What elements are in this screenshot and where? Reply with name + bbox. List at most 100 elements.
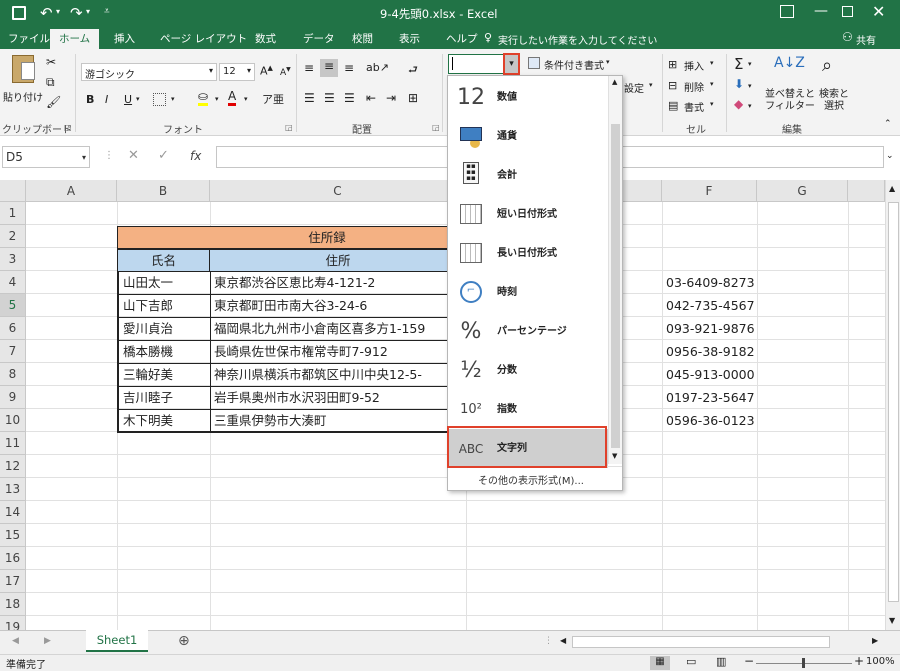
underline-dropdown-icon[interactable]: ▾	[136, 95, 140, 103]
row-header-11[interactable]: 11	[0, 432, 26, 455]
align-left-icon[interactable]: ☰	[304, 91, 315, 105]
record-phone-cell[interactable]: 042-735-4567	[666, 295, 758, 318]
conditional-format-button[interactable]: 条件付き書式	[544, 57, 604, 72]
number-format-select[interactable]	[448, 54, 504, 74]
paste-button[interactable]: 貼り付け	[3, 55, 43, 109]
sheet-tab-sheet1[interactable]: Sheet1	[86, 630, 148, 652]
zoom-slider-thumb[interactable]	[802, 658, 805, 668]
tab-split-icon[interactable]: ⋮	[544, 636, 553, 646]
undo-icon[interactable]: ↶	[40, 4, 53, 22]
row-header-5[interactable]: 5	[0, 294, 26, 317]
more-number-formats-link[interactable]: その他の表示形式(M)...	[478, 472, 584, 487]
alignment-launcher-icon[interactable]: ◲	[432, 123, 440, 132]
italic-icon[interactable]: I	[105, 93, 108, 106]
row-header-2[interactable]: 2	[0, 225, 26, 248]
row-header-17[interactable]: 17	[0, 570, 26, 593]
tab-home[interactable]: ホーム	[50, 29, 100, 49]
zoom-in-icon[interactable]: +	[854, 654, 864, 668]
record-name-cell[interactable]: 橋本勝機	[117, 341, 210, 364]
row-header-15[interactable]: 15	[0, 524, 26, 547]
horizontal-scrollbar[interactable]: ◀ ▶	[558, 634, 884, 650]
header-name-cell[interactable]: 氏名	[117, 249, 210, 272]
header-address-cell[interactable]: 住所	[210, 249, 467, 272]
fill-color-icon[interactable]: ⛀	[198, 90, 209, 106]
row-header-7[interactable]: 7	[0, 340, 26, 363]
column-header-f[interactable]: F	[662, 180, 757, 202]
font-size-select[interactable]: 12 ▾	[219, 63, 255, 81]
phonetic-icon[interactable]: ア亜	[262, 91, 284, 107]
align-top-icon[interactable]: ≡	[304, 61, 314, 75]
record-name-cell[interactable]: 山下吉郎	[117, 295, 210, 318]
column-header-e-partial[interactable]	[622, 180, 662, 202]
number-format-item[interactable]: 長い日付形式	[448, 234, 608, 273]
record-address-cell[interactable]: 神奈川県横浜市都筑区中川中央12-5-	[210, 364, 467, 387]
insert-function-icon[interactable]: fx	[190, 149, 201, 163]
number-format-item[interactable]: 通貨	[448, 117, 608, 156]
record-phone-cell[interactable]: 03-6409-8273	[666, 272, 758, 295]
number-format-item[interactable]: ▪▪ ▪▪ ▪▪ 会計	[448, 156, 608, 195]
decrease-indent-icon[interactable]: ⇤	[366, 91, 376, 105]
table-title-cell[interactable]: 住所録	[117, 226, 467, 249]
scroll-up-icon[interactable]: ▲	[889, 184, 895, 193]
borders-dropdown-icon[interactable]: ▾	[171, 95, 175, 103]
fill-icon[interactable]: ⬇	[734, 77, 744, 91]
row-header-14[interactable]: 14	[0, 501, 26, 524]
share-button[interactable]: 共有	[856, 32, 876, 47]
redo-dropdown-icon[interactable]: ▾	[86, 7, 90, 16]
row-header-6[interactable]: 6	[0, 317, 26, 340]
tab-page-layout[interactable]: ページ レイアウト	[160, 31, 247, 46]
font-name-select[interactable]: 游ゴシック ▾	[81, 63, 217, 81]
column-header-c[interactable]: C	[210, 180, 466, 202]
cancel-entry-icon[interactable]: ✕	[128, 148, 139, 163]
save-icon[interactable]	[12, 6, 26, 20]
shrink-font-icon[interactable]: A▼	[280, 66, 291, 78]
cut-icon[interactable]: ✂	[46, 55, 56, 69]
wrap-text-icon[interactable]: ⮐	[408, 61, 418, 80]
record-address-cell[interactable]: 長崎県佐世保市権常寺町7-912	[210, 341, 467, 364]
record-name-cell[interactable]: 山田太一	[117, 272, 210, 295]
sheet-prev-icon[interactable]: ◀	[12, 636, 19, 646]
add-sheet-icon[interactable]: ⊕	[178, 633, 190, 649]
fill-dropdown-icon[interactable]: ▾	[215, 95, 219, 103]
number-format-item[interactable]: 10² 指数	[448, 390, 608, 429]
record-phone-cell[interactable]: 093-921-9876	[666, 318, 758, 341]
row-header-12[interactable]: 12	[0, 455, 26, 478]
record-address-cell[interactable]: 三重県伊勢市大湊町	[210, 410, 467, 433]
tab-file[interactable]: ファイル	[8, 31, 50, 46]
minimize-icon[interactable]: —	[814, 3, 828, 19]
zoom-level[interactable]: 100%	[866, 656, 895, 667]
number-format-item[interactable]: ⌐ 時刻	[448, 273, 608, 312]
row-header-18[interactable]: 18	[0, 593, 26, 616]
orientation-icon[interactable]: ab↗	[366, 61, 389, 74]
record-phone-cell[interactable]: 0197-23-5647	[666, 387, 758, 410]
record-address-cell[interactable]: 岩手県奥州市水沢羽田町9-52	[210, 387, 467, 410]
undo-dropdown-icon[interactable]: ▾	[56, 7, 60, 16]
format-painter-icon[interactable]: 🖌	[46, 95, 61, 109]
font-color-icon[interactable]: A	[228, 89, 237, 106]
font-color-dropdown-icon[interactable]: ▾	[244, 95, 248, 103]
record-name-cell[interactable]: 吉川睦子	[117, 387, 210, 410]
tab-data[interactable]: データ	[303, 31, 335, 46]
column-header-h-partial[interactable]	[848, 180, 885, 202]
record-phone-cell[interactable]: 0956-38-9182	[666, 341, 758, 364]
scroll-thumb[interactable]	[888, 202, 899, 602]
record-name-cell[interactable]: 愛川貞治	[117, 318, 210, 341]
tell-me-box[interactable]: 実行したい作業を入力してください	[498, 32, 657, 47]
format-cells-button[interactable]: 書式	[684, 99, 704, 114]
tab-insert[interactable]: 挿入	[114, 31, 135, 46]
row-header-3[interactable]: 3	[0, 248, 26, 271]
clear-icon[interactable]: ◆	[734, 97, 743, 111]
worksheet-grid[interactable]: A B C F G 1 2 3 4 5 6 7 8 9 10 11 12 13 14 15 16 17 18 19 …	[0, 180, 885, 639]
record-phone-cell[interactable]: 045-913-0000	[666, 364, 758, 387]
customize-qat-icon[interactable]: ⩡	[104, 6, 110, 17]
font-launcher-icon[interactable]: ◲	[285, 123, 293, 132]
cell-styles-fragment[interactable]: 設定	[624, 80, 644, 95]
page-layout-view-icon[interactable]: ▭	[686, 655, 696, 668]
record-address-cell[interactable]: 福岡県北九州市小倉南区喜多方1-159	[210, 318, 467, 341]
row-header-8[interactable]: 8	[0, 363, 26, 386]
increase-indent-icon[interactable]: ⇥	[386, 91, 396, 105]
row-header-16[interactable]: 16	[0, 547, 26, 570]
zoom-slider[interactable]	[756, 658, 852, 668]
find-select-button[interactable]: 検索と 選択	[818, 89, 850, 113]
normal-view-icon[interactable]: ▦	[650, 656, 670, 670]
